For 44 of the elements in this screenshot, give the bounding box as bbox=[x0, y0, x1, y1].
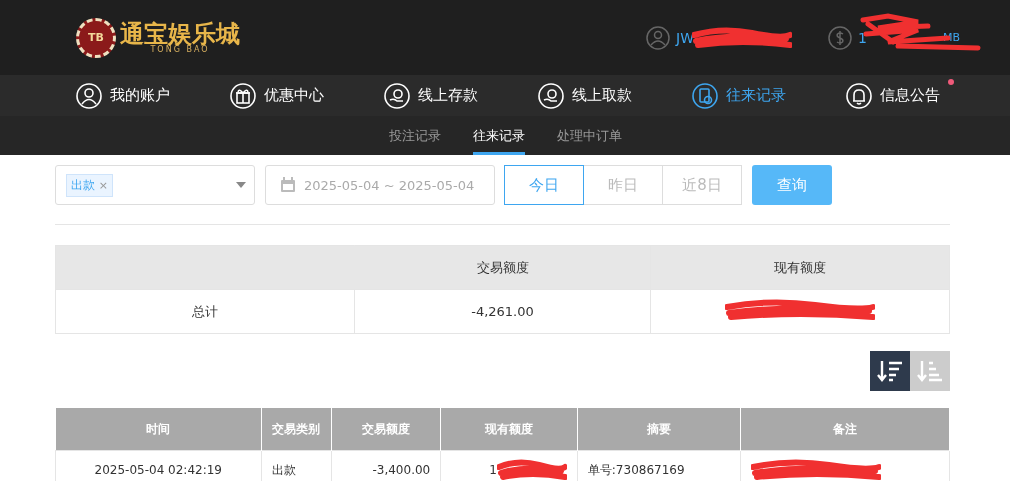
column-header: 现有额度 bbox=[440, 408, 578, 451]
column-header: 摘要 bbox=[577, 408, 741, 451]
coin-hand-icon bbox=[384, 82, 410, 109]
sub-tab[interactable]: 处理中订单 bbox=[556, 116, 622, 155]
column-header: 备注 bbox=[740, 408, 950, 451]
balance-prefix: 1 bbox=[858, 29, 867, 46]
column-header: 交易类别 bbox=[261, 408, 332, 451]
table-cell: -3,400.00 bbox=[331, 450, 441, 481]
logo-subtitle: TONG BAO bbox=[150, 45, 210, 54]
gift-icon bbox=[230, 82, 256, 109]
nav-tab[interactable]: 优惠中心 bbox=[230, 82, 324, 109]
column-header: 交易额度 bbox=[331, 408, 441, 451]
nav-tab[interactable]: 往来记录 bbox=[692, 82, 786, 109]
user-icon bbox=[646, 25, 671, 50]
column-header: 时间 bbox=[55, 408, 262, 451]
bell-icon bbox=[846, 82, 872, 109]
dollar-icon bbox=[828, 25, 853, 50]
sort-ascending-icon bbox=[916, 359, 944, 383]
sub-tab[interactable]: 投注记录 bbox=[388, 116, 441, 155]
user-icon bbox=[76, 82, 102, 109]
table-cell: 单号:730867169 bbox=[587, 462, 685, 477]
logo-name: 通宝娱乐城 bbox=[120, 21, 240, 46]
column-header: 交易额度 bbox=[354, 245, 651, 290]
redaction-mark bbox=[496, 459, 567, 481]
sort-descending-button[interactable] bbox=[870, 351, 910, 391]
sort-descending-icon bbox=[876, 359, 904, 383]
coin-hand-icon bbox=[538, 82, 564, 109]
column-header: 现有额度 bbox=[650, 245, 950, 290]
date-preset-button[interactable]: 今日 bbox=[504, 165, 584, 205]
table-cell: 2025-05-04 02:42:19 bbox=[55, 450, 262, 481]
document-icon bbox=[692, 82, 718, 109]
table-cell: 1 bbox=[489, 463, 497, 477]
logo-chip: TB bbox=[76, 17, 116, 58]
table-cell: -4,261.00 bbox=[354, 289, 651, 334]
nav-tab[interactable]: 线上取款 bbox=[538, 82, 632, 109]
nav-tab[interactable]: 信息公告 bbox=[846, 82, 940, 109]
caret-icon bbox=[236, 182, 246, 188]
nav-tab[interactable]: 我的账户 bbox=[76, 82, 170, 109]
sub-tab[interactable]: 往来记录 bbox=[472, 116, 525, 155]
table-cell: 出款 bbox=[261, 450, 332, 481]
filter-tag: 出款 × bbox=[66, 173, 114, 197]
calendar-icon bbox=[280, 177, 296, 193]
table-cell: 总计 bbox=[55, 289, 355, 334]
nav-tab[interactable]: 线上存款 bbox=[384, 82, 478, 109]
